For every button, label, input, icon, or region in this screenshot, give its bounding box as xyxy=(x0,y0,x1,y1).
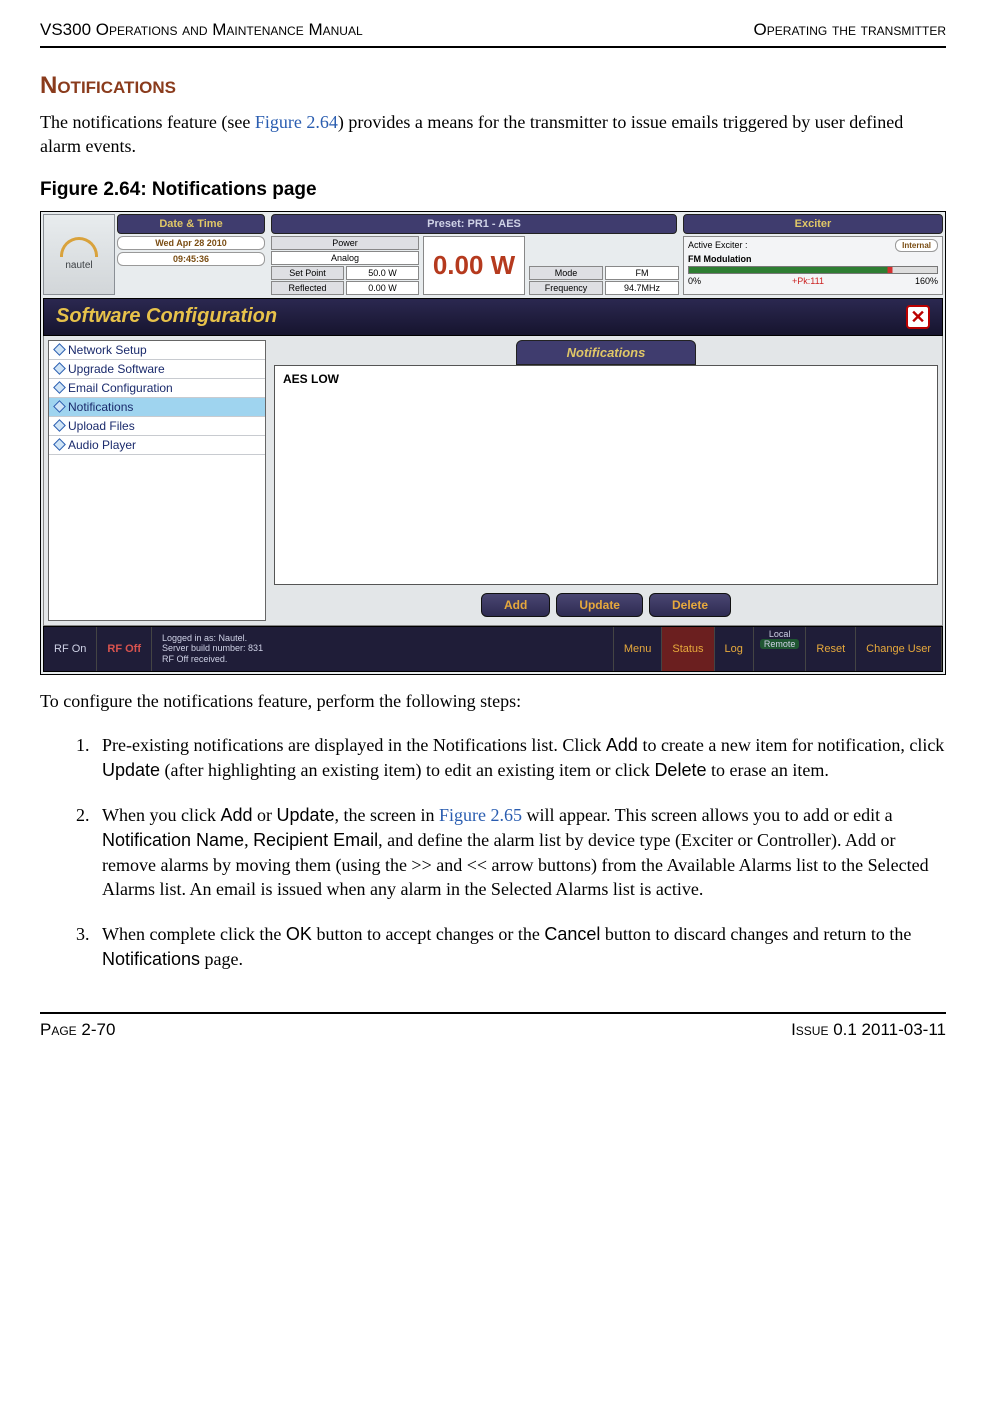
local-remote-toggle[interactable]: Local Remote xyxy=(754,627,807,671)
power-reading: 0.00 W xyxy=(423,236,525,295)
preset-bar[interactable]: Preset: PR1 - AES xyxy=(271,214,677,234)
power-label: Power xyxy=(271,236,419,250)
page-footer: Page 2-70 Issue 0.1 2011-03-11 xyxy=(40,1012,946,1040)
sidebar-item-notifications[interactable]: Notifications xyxy=(49,398,265,417)
diamond-icon xyxy=(53,381,66,394)
setpoint-label: Set Point xyxy=(271,266,344,280)
log-button[interactable]: Log xyxy=(715,627,754,671)
header-left: VS300 Operations and Maintenance Manual xyxy=(40,20,363,40)
figure-link-2[interactable]: Figure 2.65 xyxy=(439,805,522,825)
freq-val: 94.7MHz xyxy=(605,281,679,295)
step-1: Pre-existing notifications are displayed… xyxy=(94,733,946,783)
diamond-icon xyxy=(53,343,66,356)
steps-list: Pre-existing notifications are displayed… xyxy=(94,733,946,972)
status-bar: RF On RF Off Logged in as: Nautel. Serve… xyxy=(43,626,943,672)
close-icon[interactable]: ✕ xyxy=(906,305,930,329)
analog-label: Analog xyxy=(271,251,419,265)
rf-off-button[interactable]: RF Off xyxy=(97,627,152,671)
active-exciter-val: Internal xyxy=(895,239,938,252)
logo-arc-icon xyxy=(60,237,98,257)
sidebar-item-audio-player[interactable]: Audio Player xyxy=(49,436,265,455)
notifications-list[interactable]: AES LOW xyxy=(274,365,938,585)
step-2: When you click Add or Update, the screen… xyxy=(94,803,946,902)
exciter-bar[interactable]: Exciter xyxy=(683,214,943,234)
update-button[interactable]: Update xyxy=(556,593,643,617)
reflected-val: 0.00 W xyxy=(346,281,419,295)
diamond-icon xyxy=(53,419,66,432)
sidebar-item-upload-files[interactable]: Upload Files xyxy=(49,417,265,436)
active-exciter-label: Active Exciter : xyxy=(688,240,748,250)
time-value: 09:45:36 xyxy=(117,252,265,266)
list-item[interactable]: AES LOW xyxy=(279,370,933,388)
logo: nautel xyxy=(43,214,115,295)
menu-button[interactable]: Menu xyxy=(614,627,663,671)
side-menu: Network Setup Upgrade Software Email Con… xyxy=(48,340,266,621)
footer-left: Page 2-70 xyxy=(40,1020,115,1040)
page-header: VS300 Operations and Maintenance Manual … xyxy=(40,20,946,48)
diamond-icon xyxy=(53,438,66,451)
reset-button[interactable]: Reset xyxy=(806,627,856,671)
freq-label: Frequency xyxy=(529,281,603,295)
figure-link[interactable]: Figure 2.64 xyxy=(255,112,338,132)
logo-text: nautel xyxy=(65,260,92,271)
screenshot-figure: nautel Date & Time Wed Apr 28 2010 09:45… xyxy=(40,211,946,675)
status-info: Logged in as: Nautel. Server build numbe… xyxy=(152,627,614,671)
add-button[interactable]: Add xyxy=(481,593,550,617)
datetime-label[interactable]: Date & Time xyxy=(117,214,265,234)
software-config-bar: Software Configuration ✕ xyxy=(43,298,943,336)
date-value: Wed Apr 28 2010 xyxy=(117,236,265,250)
status-button[interactable]: Status xyxy=(662,627,714,671)
config-intro: To configure the notifications feature, … xyxy=(40,689,946,713)
mode-label: Mode xyxy=(529,266,603,280)
header-right: Operating the transmitter xyxy=(754,20,946,40)
change-user-button[interactable]: Change User xyxy=(856,627,942,671)
notifications-title: Notifications xyxy=(516,340,696,365)
diamond-icon xyxy=(53,362,66,375)
fm-mod-label: FM Modulation xyxy=(688,254,938,264)
mode-val: FM xyxy=(605,266,679,280)
step-3: When complete click the OK button to acc… xyxy=(94,922,946,972)
intro-paragraph: The notifications feature (see Figure 2.… xyxy=(40,110,946,159)
sidebar-item-upgrade-software[interactable]: Upgrade Software xyxy=(49,360,265,379)
footer-right: Issue 0.1 2011-03-11 xyxy=(791,1020,946,1040)
reflected-label: Reflected xyxy=(271,281,344,295)
sidebar-item-network-setup[interactable]: Network Setup xyxy=(49,341,265,360)
setpoint-val: 50.0 W xyxy=(346,266,419,280)
sidebar-item-email-configuration[interactable]: Email Configuration xyxy=(49,379,265,398)
section-title: Notifications xyxy=(40,72,946,100)
exciter-panel: Active Exciter :Internal FM Modulation 0… xyxy=(683,236,943,295)
software-config-title: Software Configuration xyxy=(56,305,277,328)
figure-caption: Figure 2.64: Notifications page xyxy=(40,179,946,201)
diamond-icon xyxy=(53,400,66,413)
modulation-meter xyxy=(688,266,938,274)
rf-on-button[interactable]: RF On xyxy=(44,627,97,671)
delete-button[interactable]: Delete xyxy=(649,593,731,617)
